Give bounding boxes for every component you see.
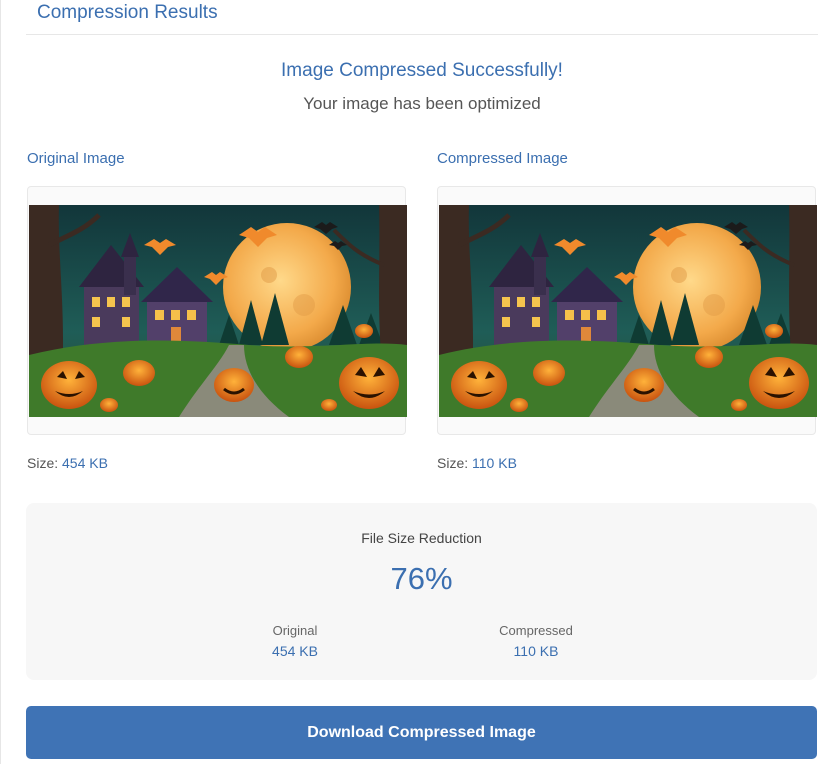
download-compressed-button[interactable]: Download Compressed Image — [26, 706, 817, 759]
stat-original-value: 454 KB — [272, 643, 318, 659]
original-size-label: Size: — [27, 455, 59, 471]
stat-original-label: Original — [272, 623, 318, 638]
stat-compressed: Compressed 110 KB — [476, 623, 596, 659]
success-title: Image Compressed Successfully! — [281, 60, 563, 81]
compressed-size-value: 110 KB — [472, 455, 517, 471]
original-size: Size: 454 KB — [27, 455, 108, 471]
success-subtitle: Your image has been optimized — [303, 94, 541, 113]
original-size-value: 454 KB — [62, 455, 108, 471]
stat-original: Original 454 KB — [235, 623, 355, 659]
header-divider — [26, 34, 818, 35]
original-image — [29, 205, 407, 417]
compressed-image — [439, 205, 817, 417]
stat-compressed-value: 110 KB — [513, 643, 559, 659]
compressed-size: Size: 110 KB — [437, 455, 517, 471]
file-size-reduction-card: File Size Reduction 76% Original 454 KB … — [26, 503, 817, 680]
original-image-label: Original Image — [27, 150, 125, 167]
left-border — [0, 0, 1, 764]
compressed-image-panel — [437, 186, 817, 435]
page-title: Compression Results — [37, 2, 218, 23]
compressed-size-label: Size: — [437, 455, 469, 471]
reduction-title: File Size Reduction — [361, 530, 482, 546]
compressed-image-label: Compressed Image — [437, 150, 568, 167]
reduction-percent: 76% — [390, 561, 453, 596]
stat-compressed-label: Compressed — [499, 623, 573, 638]
original-image-panel — [27, 186, 407, 435]
